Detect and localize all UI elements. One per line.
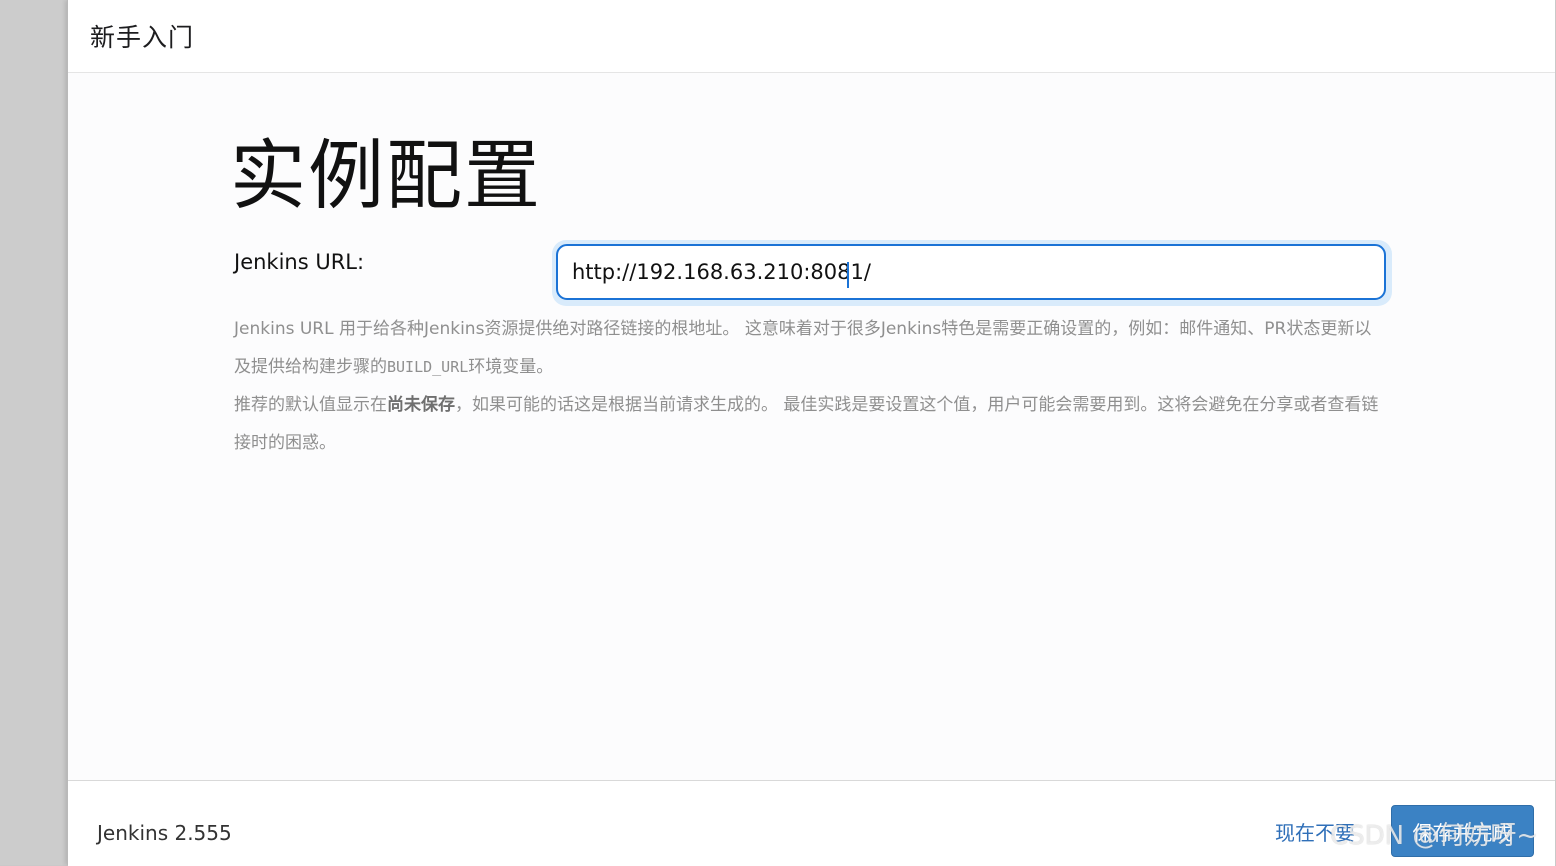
text-caret (847, 262, 849, 288)
jenkins-version: Jenkins 2.555 (97, 821, 232, 845)
save-and-finish-button[interactable]: 保存并完成 (1391, 805, 1534, 857)
jenkins-url-input[interactable] (556, 244, 1386, 300)
help-paragraph-2: 推荐的默认值显示在尚未保存，如果可能的话这是根据当前请求生成的。 最佳实践是要设… (234, 395, 1379, 453)
dialog-footer: Jenkins 2.555 现在不要 保存并完成 (68, 780, 1555, 866)
setup-wizard-dialog: 新手入门 实例配置 Jenkins URL: Jenkins URL 用于给各种… (67, 0, 1555, 866)
help-text: Jenkins URL 用于给各种Jenkins资源提供绝对路径链接的根地址。 … (234, 310, 1384, 462)
build-url-code: BUILD_URL (387, 358, 469, 376)
jenkins-url-focus-ring (552, 240, 1392, 306)
page-title: 实例配置 (230, 131, 542, 220)
skip-button[interactable]: 现在不要 (1275, 817, 1355, 846)
dialog-header: 新手入门 (68, 0, 1555, 73)
dialog-title: 新手入门 (90, 23, 195, 52)
jenkins-url-label: Jenkins URL: (234, 250, 365, 274)
not-saved-emphasis: 尚未保存 (387, 395, 455, 415)
help-paragraph-1: Jenkins URL 用于给各种Jenkins资源提供绝对路径链接的根地址。 … (234, 319, 1372, 377)
